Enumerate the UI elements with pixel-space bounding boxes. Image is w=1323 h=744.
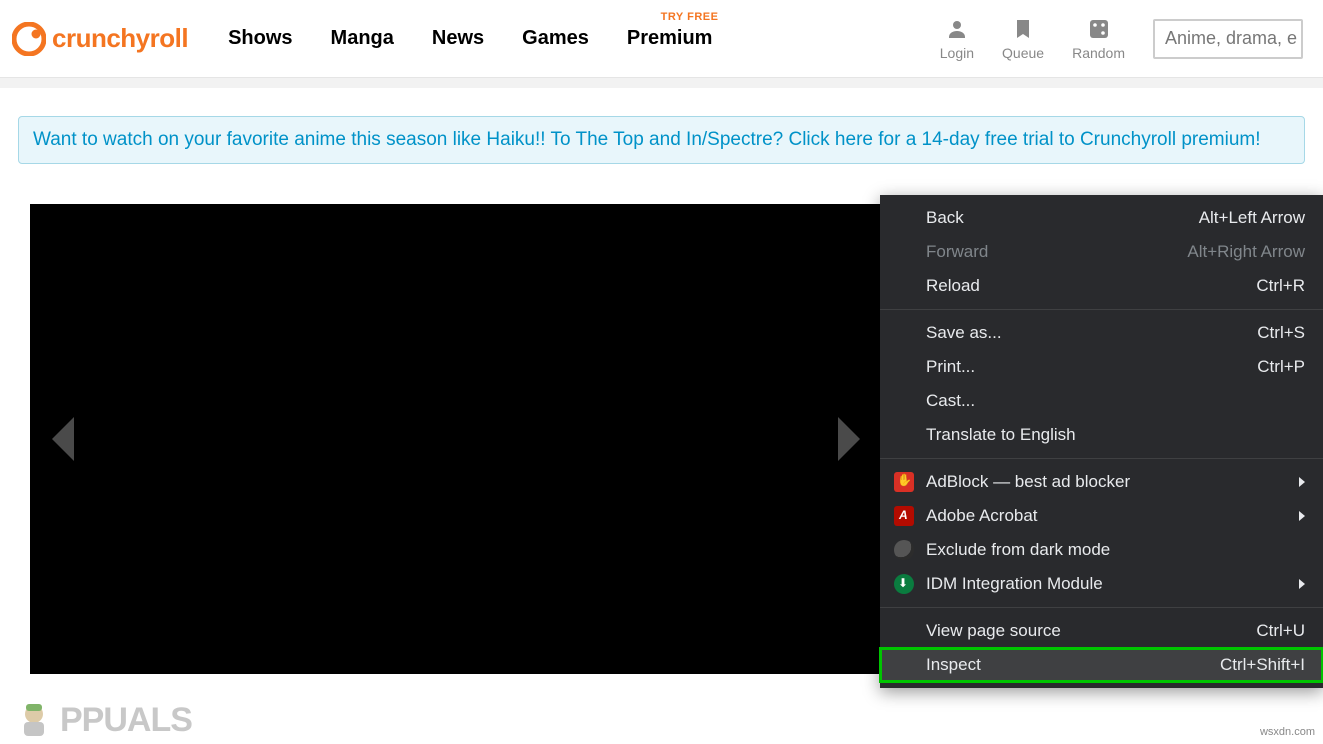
nav-games[interactable]: Games (522, 27, 589, 50)
ctx-inspect-label: Inspect (926, 655, 981, 675)
ctx-dark-label: Exclude from dark mode (926, 540, 1110, 560)
ctx-forward-shortcut: Alt+Right Arrow (1187, 242, 1305, 262)
nav-premium[interactable]: TRY FREE Premium (627, 27, 713, 50)
watermark-text: PPUALS (60, 701, 192, 740)
queue-label: Queue (1002, 45, 1044, 61)
search-input[interactable]: Anime, drama, e (1153, 19, 1303, 59)
adblock-icon (894, 472, 914, 492)
ctx-separator (880, 607, 1323, 608)
idm-icon (894, 574, 914, 594)
ctx-print-label: Print... (926, 357, 975, 377)
ctx-back[interactable]: Back Alt+Left Arrow (880, 201, 1323, 235)
ctx-view-source-label: View page source (926, 621, 1061, 641)
video-player[interactable] (30, 204, 882, 674)
ctx-reload-shortcut: Ctrl+R (1256, 276, 1305, 296)
login-label: Login (940, 45, 974, 61)
nav-manga[interactable]: Manga (331, 27, 394, 50)
ctx-idm-label: IDM Integration Module (926, 574, 1103, 594)
ctx-acrobat-label: Adobe Acrobat (926, 506, 1038, 526)
context-menu: Back Alt+Left Arrow Forward Alt+Right Ar… (880, 195, 1323, 688)
random-button[interactable]: Random (1072, 17, 1125, 61)
submenu-arrow-icon (1299, 511, 1305, 521)
ctx-translate[interactable]: Translate to English (880, 418, 1323, 452)
ctx-cast-label: Cast... (926, 391, 975, 411)
ctx-save-as[interactable]: Save as... Ctrl+S (880, 316, 1323, 350)
search-placeholder: Anime, drama, e (1165, 28, 1297, 49)
submenu-arrow-icon (1299, 579, 1305, 589)
nav-shows[interactable]: Shows (228, 27, 292, 50)
player-prev-arrow[interactable] (52, 417, 74, 461)
ctx-print-shortcut: Ctrl+P (1257, 357, 1305, 377)
header: crunchyroll Shows Manga News Games TRY F… (0, 0, 1323, 78)
ctx-reload-label: Reload (926, 276, 980, 296)
ctx-forward: Forward Alt+Right Arrow (880, 235, 1323, 269)
bookmark-icon (1011, 17, 1035, 41)
dark-mode-icon (894, 540, 914, 560)
queue-button[interactable]: Queue (1002, 17, 1044, 61)
main-nav: Shows Manga News Games TRY FREE Premium (228, 27, 712, 50)
ctx-translate-label: Translate to English (926, 425, 1076, 445)
brand-logo[interactable]: crunchyroll (12, 22, 188, 56)
ctx-back-shortcut: Alt+Left Arrow (1199, 208, 1305, 228)
ctx-inspect[interactable]: Inspect Ctrl+Shift+I (880, 648, 1323, 682)
ctx-adblock-label: AdBlock — best ad blocker (926, 472, 1130, 492)
nav-premium-label: Premium (627, 27, 713, 49)
ctx-back-label: Back (926, 208, 964, 228)
crunchyroll-icon (12, 22, 46, 56)
ctx-inspect-shortcut: Ctrl+Shift+I (1220, 655, 1305, 675)
ctx-adblock[interactable]: AdBlock — best ad blocker (880, 465, 1323, 499)
sub-header-strip (0, 78, 1323, 88)
ctx-separator (880, 309, 1323, 310)
header-right: Login Queue Random Anime, drama, e (940, 17, 1303, 61)
dice-icon (1087, 17, 1111, 41)
random-label: Random (1072, 45, 1125, 61)
submenu-arrow-icon (1299, 477, 1305, 487)
ctx-view-source[interactable]: View page source Ctrl+U (880, 614, 1323, 648)
ctx-forward-label: Forward (926, 242, 988, 262)
watermark-icon (12, 698, 56, 742)
login-button[interactable]: Login (940, 17, 974, 61)
ctx-separator (880, 458, 1323, 459)
ctx-idm[interactable]: IDM Integration Module (880, 567, 1323, 601)
ctx-reload[interactable]: Reload Ctrl+R (880, 269, 1323, 303)
ctx-print[interactable]: Print... Ctrl+P (880, 350, 1323, 384)
brand-name: crunchyroll (52, 23, 188, 54)
ctx-acrobat[interactable]: Adobe Acrobat (880, 499, 1323, 533)
ctx-cast[interactable]: Cast... (880, 384, 1323, 418)
try-free-badge: TRY FREE (661, 11, 719, 23)
acrobat-icon (894, 506, 914, 526)
watermark: PPUALS (12, 698, 192, 742)
nav-news[interactable]: News (432, 27, 484, 50)
ctx-view-source-shortcut: Ctrl+U (1256, 621, 1305, 641)
ctx-save-as-shortcut: Ctrl+S (1257, 323, 1305, 343)
ctx-save-as-label: Save as... (926, 323, 1002, 343)
player-next-arrow[interactable] (838, 417, 860, 461)
source-credit: wsxdn.com (1260, 726, 1315, 738)
promo-banner[interactable]: Want to watch on your favorite anime thi… (18, 116, 1305, 164)
ctx-exclude-dark[interactable]: Exclude from dark mode (880, 533, 1323, 567)
user-icon (945, 17, 969, 41)
